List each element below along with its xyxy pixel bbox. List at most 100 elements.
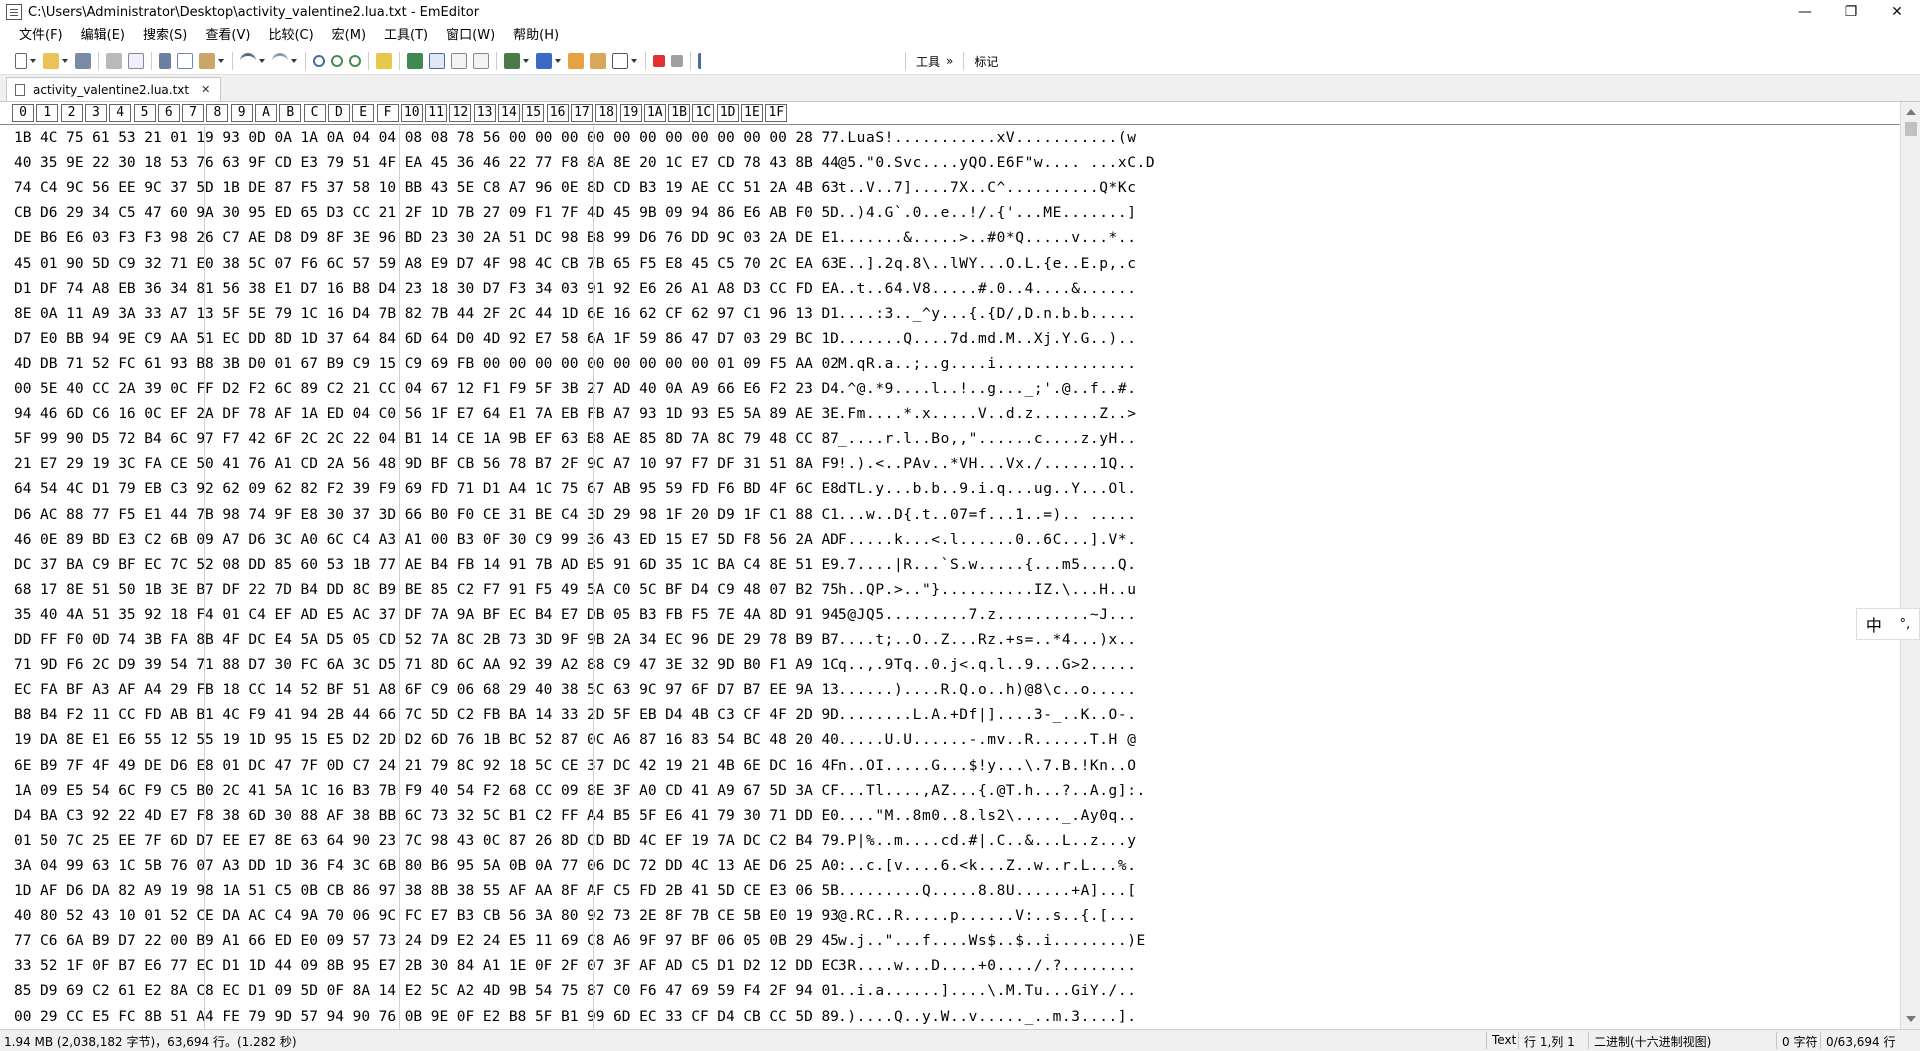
hex-byte[interactable]: 92 <box>144 603 161 628</box>
hex-byte[interactable]: B1 <box>561 1005 578 1030</box>
hex-byte[interactable]: 2A <box>327 452 344 477</box>
hex-bytes[interactable]: 40359E2230185376639FCDE379514FEA45364622… <box>14 151 839 176</box>
hex-byte[interactable]: 00 <box>769 126 786 151</box>
hex-byte[interactable]: 63 <box>222 151 239 176</box>
hex-byte[interactable]: 18 <box>509 754 526 779</box>
hex-byte[interactable]: D4 <box>14 804 31 829</box>
hex-bytes[interactable]: 33 52 1F 0F B7 E6 77 EC D1 1D 44 09 8B 95 E7 2B 30 84 A1 1E… <box>14 954 839 979</box>
hex-byte[interactable]: 51 <box>353 151 370 176</box>
hex-byte[interactable]: 1D <box>274 854 291 879</box>
hex-byte[interactable]: D1 <box>483 477 500 502</box>
hex-byte[interactable]: 5D <box>431 703 448 728</box>
hex-byte[interactable]: 5F <box>222 302 239 327</box>
hex-bytes[interactable]: 01507C25EE7F6DD7EEE78E636490237C98430C87… <box>14 829 839 854</box>
hex-byte[interactable]: 1B <box>222 176 239 201</box>
hex-row[interactable]: 3A0499631C5B7607A3DD1D36F43C6B80B6955A0B… <box>0 854 1900 879</box>
new-dropdown-icon[interactable] <box>30 59 36 63</box>
hex-byte[interactable]: BA <box>40 804 57 829</box>
hex-byte[interactable]: 7A <box>717 829 734 854</box>
hex-byte[interactable]: 5C <box>587 678 604 703</box>
hex-byte[interactable]: 78 <box>509 452 526 477</box>
hex-byte[interactable]: 48 <box>379 452 396 477</box>
ascii-text[interactable]: h..QP.>.."}..........IZ.\...H..u <box>838 578 1137 603</box>
hex-byte[interactable]: DD <box>665 854 682 879</box>
hex-byte[interactable]: AD <box>821 528 838 553</box>
hex-byte[interactable]: 0E <box>40 528 57 553</box>
hex-byte[interactable]: ED <box>327 402 344 427</box>
hex-byte[interactable]: 2D <box>587 703 604 728</box>
hex-byte[interactable]: D6 <box>14 503 31 528</box>
hex-byte[interactable]: AC <box>40 503 57 528</box>
hex-byte[interactable]: 4B <box>717 754 734 779</box>
hex-byte[interactable]: CC <box>769 1005 786 1030</box>
hex-byte[interactable]: 6C <box>457 653 474 678</box>
hex-byte[interactable]: BD <box>743 477 760 502</box>
hex-byte[interactable]: 00 <box>613 352 630 377</box>
hex-bytes[interactable]: ECFABFA3AFA429FB18CC1452BF51A86FC9066829… <box>14 678 839 703</box>
hex-byte[interactable]: 2A <box>118 377 135 402</box>
hex-byte[interactable]: 23 <box>379 829 396 854</box>
tile-icon[interactable] <box>473 53 489 69</box>
hex-byte[interactable]: 07 <box>587 954 604 979</box>
hex-byte[interactable]: B0 <box>431 503 448 528</box>
toolbar-overflow-icon[interactable]: » <box>946 54 953 68</box>
hex-byte[interactable]: 08 <box>431 126 448 151</box>
hex-byte[interactable]: E9 <box>821 553 838 578</box>
hex-byte[interactable]: BB <box>379 804 396 829</box>
hex-byte[interactable]: E7 <box>691 528 708 553</box>
hex-byte[interactable]: 18 <box>170 603 187 628</box>
hex-bytes[interactable]: 5F9990D572B46C97F7426F2C2C2204B114CE1A9B… <box>14 427 839 452</box>
hex-row[interactable]: 74C49C56EE9C375D1BDE87F5375810BB435EC8A7… <box>0 176 1900 201</box>
hex-byte[interactable]: C4 <box>248 603 265 628</box>
hex-byte[interactable]: B3 <box>457 528 474 553</box>
hex-row[interactable]: 40359E2230185376639FCDE379514FEA45364622… <box>0 151 1900 176</box>
hex-byte[interactable]: D0 <box>457 327 474 352</box>
hex-byte[interactable]: 4A <box>66 603 83 628</box>
hex-row[interactable]: D4BAC392224DE7F8386D3088AF38BB6C73325CB1… <box>0 804 1900 829</box>
hex-byte[interactable]: 3D <box>587 503 604 528</box>
hex-byte[interactable]: E1 <box>92 728 109 753</box>
hex-byte[interactable]: EC <box>821 954 838 979</box>
hex-byte[interactable]: A4 <box>509 477 526 502</box>
hex-byte[interactable]: 45 <box>613 201 630 226</box>
hex-byte[interactable]: 1A <box>301 402 318 427</box>
hex-byte[interactable]: B8 <box>14 703 31 728</box>
hex-row[interactable]: 005E40CC2A390CFFD2F26C89C221CC046712F1F9… <box>0 377 1900 402</box>
hex-byte[interactable]: 09 <box>274 979 291 1004</box>
hex-byte[interactable]: 4C <box>639 829 656 854</box>
hex-byte[interactable]: 98 <box>170 226 187 251</box>
hex-byte[interactable]: CF <box>665 302 682 327</box>
hex-byte[interactable]: 8E <box>769 553 786 578</box>
hex-byte[interactable]: 60 <box>301 553 318 578</box>
hex-byte[interactable]: 1D <box>561 302 578 327</box>
hex-byte[interactable]: DC <box>613 754 630 779</box>
hex-byte[interactable]: A7 <box>222 528 239 553</box>
hex-row[interactable]: 85D969C261E28AC8ECD1095D0F8A14E25CA24D9B… <box>0 979 1900 1004</box>
hex-byte[interactable]: 20 <box>795 728 812 753</box>
hex-byte[interactable]: B0 <box>743 653 760 678</box>
hex-byte[interactable]: 05 <box>743 929 760 954</box>
hex-byte[interactable]: 1C <box>301 779 318 804</box>
hex-row[interactable]: 8E 0A 11 A9 3A 33 A7 13 5F 5E 79 1C 16 D4 7B 82 7B 44 2F 2C… <box>0 302 1900 327</box>
hex-byte[interactable]: 98 <box>431 829 448 854</box>
hex-byte[interactable]: 3A <box>795 779 812 804</box>
hex-byte[interactable]: 16 <box>118 402 135 427</box>
hex-byte[interactable]: 8E <box>14 302 31 327</box>
hex-bytes[interactable]: 64544CD179EBC39262096282F239F969FD71D1A4… <box>14 477 839 502</box>
hex-byte[interactable]: 8B <box>431 879 448 904</box>
hex-byte[interactable]: F3 <box>509 277 526 302</box>
hex-byte[interactable]: 14 <box>535 703 552 728</box>
hex-byte[interactable]: 9A <box>457 603 474 628</box>
hex-byte[interactable]: 01 <box>144 904 161 929</box>
hex-byte[interactable]: CF <box>743 703 760 728</box>
hex-byte[interactable]: 11 <box>92 703 109 728</box>
hex-byte[interactable]: F5 <box>118 503 135 528</box>
ascii-text[interactable]: F.....k...<.l......0..6C...].V*. <box>838 528 1137 553</box>
hex-byte[interactable]: EC <box>222 327 239 352</box>
hex-byte[interactable]: 11 <box>66 302 83 327</box>
hex-byte[interactable]: 85 <box>639 427 656 452</box>
hex-bytes[interactable]: D7E0BB949EC9AA51ECDD8D1D3764846D64D04D92… <box>14 327 839 352</box>
hex-byte[interactable]: DD <box>248 854 265 879</box>
ascii-text[interactable]: ..i.a......]....\.M.Tu...GiY./.. <box>838 979 1137 1004</box>
hex-byte[interactable]: D4 <box>821 377 838 402</box>
